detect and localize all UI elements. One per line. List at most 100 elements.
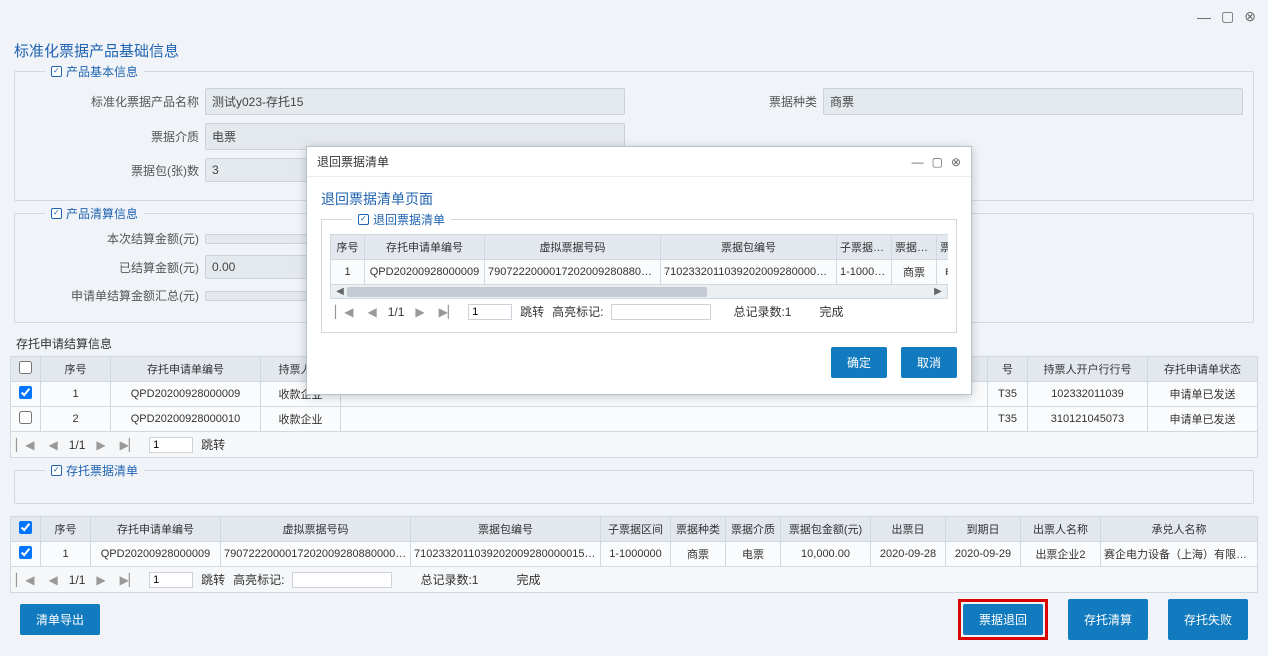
th: 出票人名称 [1021, 517, 1101, 542]
label-bill-media: 票据介质 [25, 128, 205, 145]
highlight-return: 票据退回 [958, 599, 1048, 640]
bill-table: 序号 存托申请单编号 虚拟票据号码 票据包编号 子票据区间 票据种类 票据介质 … [10, 516, 1258, 567]
cell: 1 [331, 260, 365, 285]
cell-branch: 102332011039 [1028, 382, 1148, 407]
label-settled: 已结算金额(元) [25, 259, 205, 276]
pager-jump[interactable]: 跳转 [520, 303, 544, 320]
scroll-thumb[interactable] [347, 287, 707, 297]
modal-close-icon[interactable]: ⊗ [951, 155, 961, 169]
th: 子票据区间 [837, 235, 892, 260]
pager-first[interactable]: ▏◀ [13, 438, 37, 452]
label-apply-total: 申请单结算金额汇总(元) [25, 287, 205, 304]
cell-holder: 收款企业 [261, 407, 341, 432]
cell-suffix: T35 [988, 382, 1028, 407]
ok-button[interactable]: 确定 [831, 347, 887, 378]
cell: 7907222000017202009280880000830 [485, 260, 661, 285]
pager-next[interactable]: ▶ [93, 573, 108, 587]
fail-button[interactable]: 存托失败 [1168, 599, 1248, 640]
window-close-icon[interactable]: ⊗ [1244, 8, 1256, 25]
cell: 2020-09-29 [946, 542, 1021, 567]
th: 票据种类 [671, 517, 726, 542]
h-scrollbar[interactable]: ◀ ▶ [330, 285, 948, 299]
pager-page-input[interactable] [149, 437, 193, 453]
cancel-button[interactable]: 取消 [901, 347, 957, 378]
hl-input[interactable] [611, 304, 711, 320]
modal-return-list: 退回票据清单 — ▢ ⊗ 退回票据清单页面 退回票据清单 序号 存托申请单编号 … [306, 146, 972, 395]
modal-maximize-icon[interactable]: ▢ [932, 155, 943, 169]
pager-last[interactable]: ▶▏ [436, 305, 460, 319]
pager-jump[interactable]: 跳转 [201, 436, 225, 453]
cell: QPD20200928000009 [91, 542, 221, 567]
scroll-right-icon[interactable]: ▶ [931, 286, 945, 297]
cell: 1 [41, 542, 91, 567]
row-check[interactable] [19, 546, 32, 559]
settle-check-all[interactable] [19, 361, 32, 374]
th: 存托申请单编号 [91, 517, 221, 542]
pager-next[interactable]: ▶ [93, 438, 108, 452]
modal-legend: 退回票据清单 [373, 211, 445, 228]
cell: 10,000.00 [781, 542, 871, 567]
row-check[interactable] [19, 386, 32, 399]
th: 承兑人名称 [1101, 517, 1258, 542]
export-button[interactable]: 清单导出 [20, 604, 100, 635]
cell-suffix: T35 [988, 407, 1028, 432]
pager-prev[interactable]: ◀ [45, 438, 60, 452]
check-icon [51, 208, 62, 219]
page-title: 标准化票据产品基础信息 [14, 40, 1258, 61]
th: 票据种类 [892, 235, 937, 260]
scroll-left-icon[interactable]: ◀ [333, 286, 347, 297]
pager-page-input[interactable] [149, 572, 193, 588]
th: 存托申请单编号 [365, 235, 485, 260]
table-row[interactable]: 1 QPD20200928000009 79072220000172020092… [331, 260, 949, 285]
th-apply: 存托申请单编号 [111, 357, 261, 382]
window-maximize-icon[interactable]: ▢ [1221, 8, 1234, 25]
cell-seq: 1 [41, 382, 111, 407]
pager-page: 1/1 [388, 305, 405, 319]
fieldset-modal: 退回票据清单 序号 存托申请单编号 虚拟票据号码 票据包编号 子票据区间 票据种… [321, 219, 957, 333]
th: 虚拟票据号码 [485, 235, 661, 260]
pager-done: 完成 [819, 303, 843, 320]
modal-table: 序号 存托申请单编号 虚拟票据号码 票据包编号 子票据区间 票据种类 票据介 1… [330, 234, 948, 285]
pager-prev[interactable]: ◀ [45, 573, 60, 587]
pager-first[interactable]: ▏◀ [13, 573, 37, 587]
pager-last[interactable]: ▶▏ [117, 573, 141, 587]
label-this-amt: 本次结算金额(元) [25, 230, 205, 247]
input-bill-kind[interactable]: 商票 [823, 88, 1243, 115]
hl-input[interactable] [292, 572, 392, 588]
bill-pager: ▏◀ ◀ 1/1 ▶ ▶▏ 跳转 高亮标记: 总记录数:1 完成 [10, 567, 1258, 593]
th-suffix: 号 [988, 357, 1028, 382]
modal-minimize-icon[interactable]: — [912, 155, 924, 169]
pager-jump[interactable]: 跳转 [201, 571, 225, 588]
th-status: 存托申请单状态 [1148, 357, 1258, 382]
cell: 1-1000000 [601, 542, 671, 567]
modal-page-title: 退回票据清单页面 [321, 189, 957, 209]
th: 到期日 [946, 517, 1021, 542]
clear-button[interactable]: 存托清算 [1068, 599, 1148, 640]
pager-last[interactable]: ▶▏ [117, 438, 141, 452]
cell: 赛企电力设备（上海）有限公司 [1101, 542, 1258, 567]
pager-first[interactable]: ▏◀ [332, 305, 356, 319]
table-row[interactable]: 2 QPD20200928000010 收款企业 T35 31012104507… [11, 407, 1258, 432]
th: 虚拟票据号码 [221, 517, 411, 542]
window-minimize-icon[interactable]: — [1197, 9, 1211, 25]
hl-label: 高亮标记: [552, 303, 603, 320]
pager-prev[interactable]: ◀ [364, 305, 379, 319]
th: 票据包金额(元) [781, 517, 871, 542]
cell: 7102332011039202009280000015161 [661, 260, 837, 285]
pager-next[interactable]: ▶ [412, 305, 427, 319]
cell-seq: 2 [41, 407, 111, 432]
cell: 2020-09-28 [871, 542, 946, 567]
hl-label: 高亮标记: [233, 571, 284, 588]
pager-total: 总记录数:1 [420, 571, 478, 588]
pager-total: 总记录数:1 [733, 303, 791, 320]
cell-status: 申请单已发送 [1148, 407, 1258, 432]
bill-check-all[interactable] [19, 521, 32, 534]
table-row[interactable]: 1 QPD20200928000009 79072220000172020092… [11, 542, 1258, 567]
input-product-name[interactable]: 测试y023-存托15 [205, 88, 625, 115]
pager-page: 1/1 [69, 573, 86, 587]
pager-page-input[interactable] [468, 304, 512, 320]
return-button[interactable]: 票据退回 [963, 604, 1043, 635]
basic-legend: 产品基本信息 [66, 63, 138, 80]
bill-legend: 存托票据清单 [66, 462, 138, 479]
row-check[interactable] [19, 411, 32, 424]
